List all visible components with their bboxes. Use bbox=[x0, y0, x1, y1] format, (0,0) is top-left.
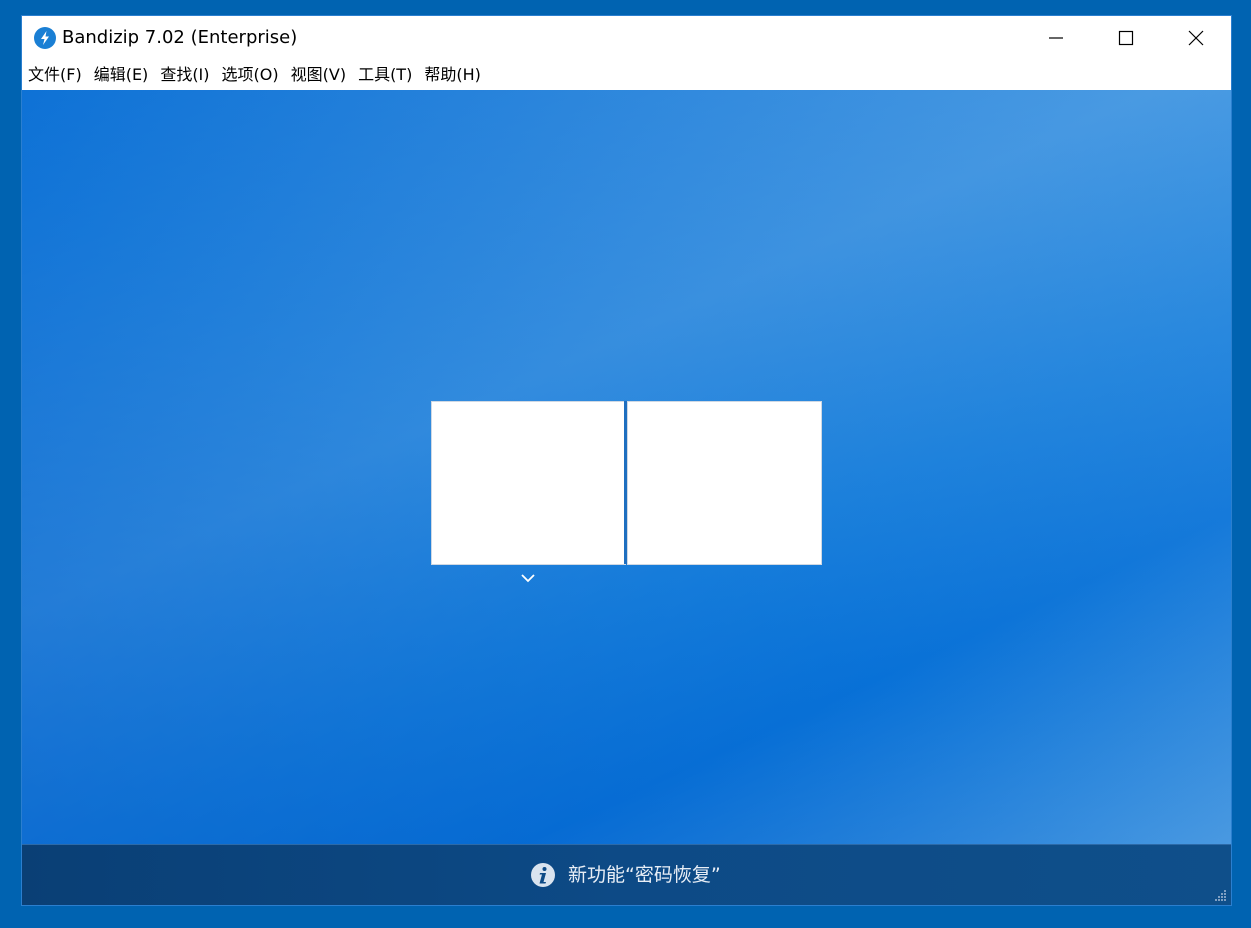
menu-options[interactable]: 选项(O) bbox=[216, 60, 285, 90]
desktop-background: Bandizip 7.02 (Enterprise) 文件(F) 编辑(E) 查… bbox=[0, 0, 1251, 928]
menu-edit[interactable]: 编辑(E) bbox=[88, 60, 155, 90]
menu-find[interactable]: 查找(I) bbox=[154, 60, 215, 90]
status-message[interactable]: 新功能“密码恢复” bbox=[568, 863, 721, 887]
menu-help[interactable]: 帮助(H) bbox=[418, 60, 487, 90]
resize-grip-icon[interactable] bbox=[1212, 887, 1227, 902]
chevron-down-icon[interactable] bbox=[518, 571, 538, 585]
new-archive-button[interactable] bbox=[627, 401, 822, 565]
window-title: Bandizip 7.02 (Enterprise) bbox=[62, 27, 298, 48]
minimize-icon bbox=[1049, 37, 1063, 39]
close-icon bbox=[1188, 30, 1204, 46]
open-archive-button[interactable] bbox=[431, 401, 626, 565]
minimize-button[interactable] bbox=[1021, 16, 1091, 60]
close-button[interactable] bbox=[1161, 16, 1231, 60]
title-bar[interactable]: Bandizip 7.02 (Enterprise) bbox=[22, 16, 1231, 60]
menu-view[interactable]: 视图(V) bbox=[285, 60, 352, 90]
info-icon bbox=[531, 863, 555, 887]
maximize-icon bbox=[1118, 30, 1134, 46]
menu-file[interactable]: 文件(F) bbox=[22, 60, 88, 90]
main-content-area bbox=[22, 90, 1231, 844]
status-bar[interactable]: 新功能“密码恢复” bbox=[22, 844, 1231, 905]
menu-tools[interactable]: 工具(T) bbox=[352, 60, 418, 90]
bandizip-window: Bandizip 7.02 (Enterprise) 文件(F) 编辑(E) 查… bbox=[22, 16, 1231, 905]
bandizip-logo-icon bbox=[34, 27, 56, 49]
menu-bar: 文件(F) 编辑(E) 查找(I) 选项(O) 视图(V) 工具(T) 帮助(H… bbox=[22, 60, 1231, 90]
maximize-button[interactable] bbox=[1091, 16, 1161, 60]
